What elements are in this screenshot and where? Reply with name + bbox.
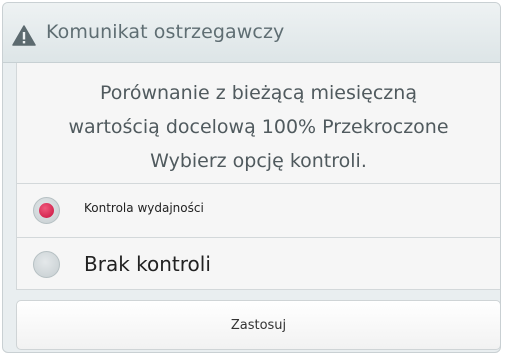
message-line: Wybierz opcję kontroli. bbox=[150, 150, 367, 172]
option-label: Kontrola wydajności bbox=[84, 201, 204, 215]
option-no-control[interactable]: Brak kontroli bbox=[16, 237, 500, 290]
dialog-titlebar: Komunikat ostrzegawczy bbox=[3, 3, 500, 63]
radio-button-selected[interactable] bbox=[33, 197, 60, 224]
warning-dialog: Komunikat ostrzegawczy Porównanie z bież… bbox=[2, 2, 501, 353]
message-line: Porównanie z bieżącą miesięczną bbox=[100, 82, 417, 104]
option-label: Brak kontroli bbox=[84, 252, 211, 276]
dialog-title: Komunikat ostrzegawczy bbox=[46, 21, 285, 43]
radio-button[interactable] bbox=[33, 251, 60, 278]
message-area: Porównanie z bieżącą miesięczną wartości… bbox=[16, 63, 500, 184]
apply-button[interactable]: Zastosuj bbox=[16, 300, 500, 350]
warning-triangle-icon bbox=[12, 25, 36, 46]
message-line: wartością docelową 100% Przekroczone bbox=[68, 116, 449, 138]
option-performance-control[interactable]: Kontrola wydajności bbox=[16, 183, 500, 237]
